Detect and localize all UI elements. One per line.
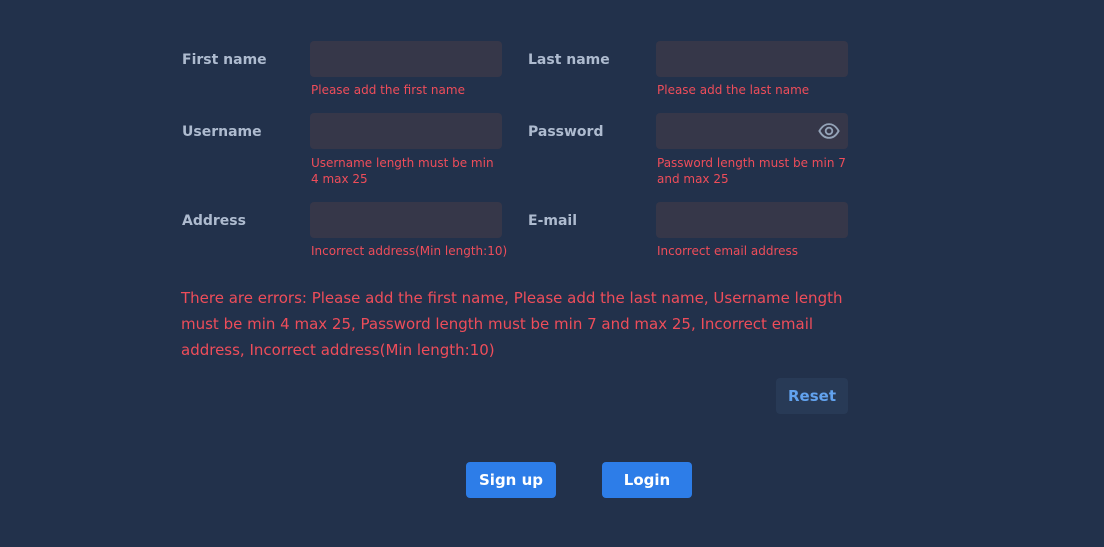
email-error: Incorrect email address [657,244,799,258]
reset-button[interactable]: Reset [776,378,848,414]
last-name-input[interactable] [656,41,848,77]
first-name-input[interactable] [310,41,502,77]
first-name-label: First name [182,52,267,68]
address-input[interactable] [310,202,502,238]
error-summary: There are errors: Please add the first n… [181,289,843,359]
signup-form: First name Please add the first name Las… [0,0,1104,547]
email-label: E-mail [528,213,578,229]
password-label: Password [528,124,604,140]
username-label: Username [182,124,262,140]
address-error: Incorrect address(Min length:10) [311,244,508,258]
signup-button[interactable]: Sign up [466,462,556,498]
last-name-error: Please add the last name [657,83,810,97]
username-error: Username length must be min 4 max 25 [311,156,494,186]
email-input[interactable] [656,202,848,238]
username-input[interactable] [310,113,502,149]
last-name-label: Last name [528,52,610,68]
eye-icon[interactable] [818,120,840,142]
first-name-error: Please add the first name [311,83,465,97]
password-error: Password length must be min 7 and max 25 [657,156,846,186]
address-label: Address [182,213,246,229]
login-button[interactable]: Login [602,462,692,498]
